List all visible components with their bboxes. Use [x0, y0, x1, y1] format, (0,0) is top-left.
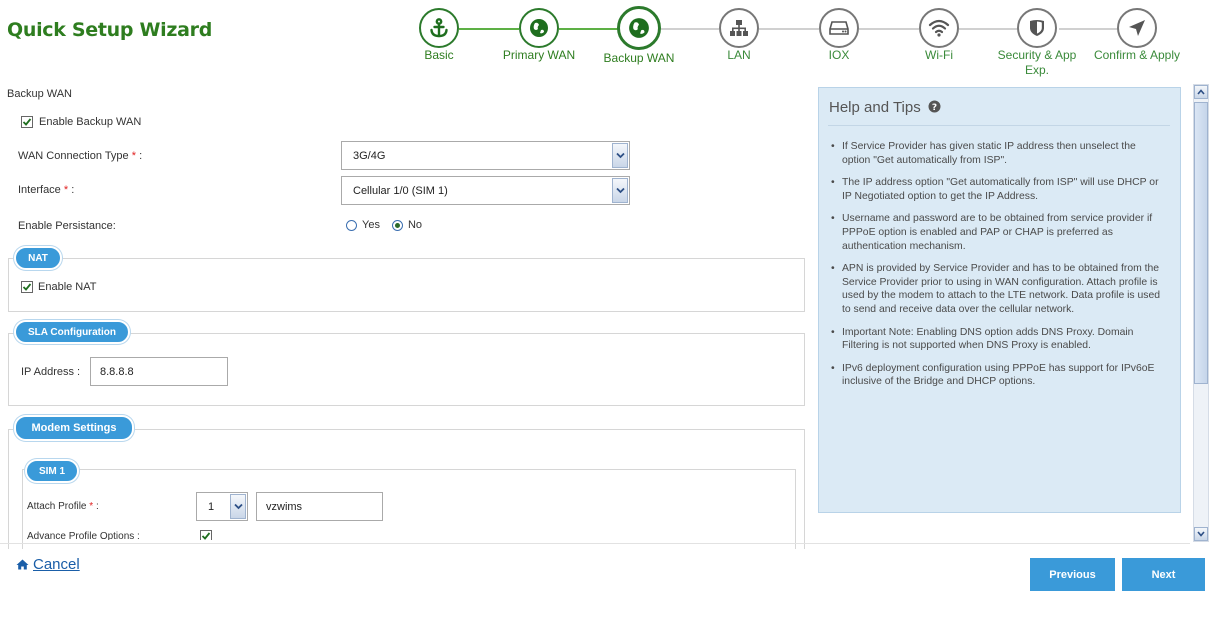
step-connector: [959, 28, 1019, 30]
shield-icon: [1029, 19, 1045, 37]
persistence-no-radio[interactable]: [391, 219, 403, 231]
step-security[interactable]: [1017, 8, 1057, 48]
step-basic[interactable]: [419, 8, 459, 48]
question-circle-icon: ?: [928, 100, 941, 117]
persistence-label: Enable Persistance:: [18, 220, 116, 232]
scroll-down-button[interactable]: [1194, 527, 1208, 541]
advance-profile-checkbox[interactable]: [200, 530, 212, 540]
globe-icon: [628, 17, 650, 39]
chevron-down-icon[interactable]: [612, 178, 628, 203]
vertical-scrollbar[interactable]: [1193, 84, 1209, 542]
storage-icon: [829, 20, 849, 36]
step-label-lan: LAN: [727, 48, 751, 62]
step-backup-wan[interactable]: [617, 6, 661, 50]
step-confirm-apply[interactable]: [1117, 8, 1157, 48]
help-tip: APN is provided by Service Provider and …: [831, 262, 1163, 316]
step-label-wifi: Wi-Fi: [925, 48, 953, 62]
chevron-down-icon[interactable]: [612, 143, 628, 168]
ip-address-label: IP Address :: [21, 366, 81, 378]
help-tip: IPv6 deployment configuration using PPPo…: [831, 362, 1163, 389]
sim1-title: SIM 1: [25, 459, 79, 483]
home-icon: [16, 557, 29, 574]
svg-text:?: ?: [932, 103, 937, 113]
attach-profile-select[interactable]: 1: [196, 492, 248, 521]
enable-nat-label: Enable NAT: [38, 281, 97, 293]
help-title: Help and Tips ?: [829, 99, 941, 117]
nat-title: NAT: [14, 246, 62, 270]
help-tip: The IP address option "Get automatically…: [831, 176, 1163, 203]
attach-profile-name-input[interactable]: vzwims: [256, 492, 383, 521]
section-title: Backup WAN: [7, 88, 73, 100]
wan-connection-type-label: WAN Connection Type * :: [18, 150, 143, 162]
enable-backup-wan-checkbox[interactable]: [21, 116, 33, 128]
enable-nat-row: Enable NAT: [21, 281, 97, 293]
enable-nat-checkbox[interactable]: [21, 281, 33, 293]
step-iox[interactable]: [819, 8, 859, 48]
step-label-basic: Basic: [424, 48, 454, 62]
previous-button[interactable]: Previous: [1030, 558, 1115, 591]
step-label-security: Security & App Exp.: [997, 48, 1077, 77]
step-label-backup-wan: Backup WAN: [603, 51, 675, 65]
nat-panel: [8, 258, 805, 312]
next-button[interactable]: Next: [1122, 558, 1205, 591]
step-wifi[interactable]: [919, 8, 959, 48]
step-label-confirm-apply: Confirm & Apply: [1093, 48, 1181, 62]
location-arrow-icon: [1128, 19, 1146, 37]
interface-label: Interface * :: [18, 184, 75, 196]
scroll-area-border: [0, 543, 1190, 544]
anchor-icon: [428, 17, 450, 39]
persistence-no-label: No: [407, 219, 423, 231]
modem-settings-title: Modem Settings: [14, 415, 134, 441]
step-connector: [559, 28, 619, 30]
help-tip: Important Note: Enabling DNS option adds…: [831, 326, 1163, 353]
help-tips-list: If Service Provider has given static IP …: [831, 140, 1163, 398]
advance-profile-row: [200, 529, 212, 540]
step-connector: [859, 28, 919, 30]
wifi-icon: [928, 19, 950, 37]
attach-profile-label: Attach Profile * :: [27, 501, 99, 512]
page-title: Quick Setup Wizard: [7, 19, 213, 41]
persistence-yes-label: Yes: [362, 219, 380, 231]
step-connector: [759, 28, 819, 30]
sla-title: SLA Configuration: [14, 320, 130, 344]
help-tip: If Service Provider has given static IP …: [831, 140, 1163, 167]
scrollbar-thumb[interactable]: [1194, 102, 1208, 384]
network-icon: [729, 19, 749, 37]
step-label-iox: IOX: [828, 48, 850, 62]
globe-icon: [529, 18, 549, 38]
step-connector: [659, 28, 719, 30]
ip-address-input[interactable]: 8.8.8.8: [90, 357, 228, 386]
cancel-link[interactable]: Cancel: [16, 556, 80, 574]
step-connector: [459, 28, 519, 30]
help-panel: Help and Tips ? If Service Provider has …: [818, 87, 1181, 513]
step-primary-wan[interactable]: [519, 8, 559, 48]
persistence-radio-group: Yes No: [346, 219, 422, 231]
advance-profile-label: Advance Profile Options :: [27, 531, 140, 540]
wan-connection-type-select[interactable]: 3G/4G: [341, 141, 630, 170]
chevron-down-icon[interactable]: [230, 494, 246, 519]
enable-backup-wan-row: Enable Backup WAN: [21, 116, 141, 128]
interface-select[interactable]: Cellular 1/0 (SIM 1): [341, 176, 630, 205]
help-divider: [828, 125, 1170, 126]
step-lan[interactable]: [719, 8, 759, 48]
persistence-yes-radio[interactable]: [346, 219, 357, 231]
step-label-primary-wan: Primary WAN: [502, 48, 576, 62]
enable-backup-wan-label: Enable Backup WAN: [39, 116, 142, 128]
scroll-up-button[interactable]: [1194, 85, 1208, 99]
help-tip: Username and password are to be obtained…: [831, 212, 1163, 253]
step-connector: [1059, 28, 1119, 30]
